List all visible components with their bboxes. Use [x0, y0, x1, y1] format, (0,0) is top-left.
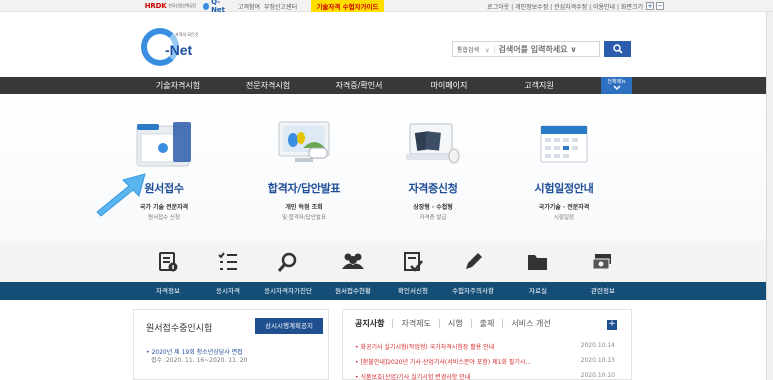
tab-notice[interactable]: 공지사항: [355, 319, 394, 328]
notice-item[interactable]: • 식품보호(산업)기사 실기시험 변경사항 안내 2020.10.10: [355, 372, 615, 380]
hrdk-sub: 한국산업인력공단: [168, 3, 197, 8]
notice-date: 2020.10.14: [580, 342, 615, 349]
laptop-illustration-icon: [402, 118, 464, 170]
magnifier-icon[interactable]: [253, 247, 323, 277]
sub-item-self-check[interactable]: 응시자격자가진단: [253, 282, 323, 300]
tab-implementation[interactable]: 시행: [440, 319, 472, 328]
exam-item-period: 접수 :2020. 11. 16~2020. 11. 20: [151, 357, 248, 364]
hero-sub-detail: 자격증 발급: [419, 215, 447, 221]
folder-illustration-icon: [133, 118, 195, 170]
notice-item[interactable]: • [환불안내]2020년 기사·산업기사(서비스분야 포함) 제1회 필기시.…: [355, 357, 615, 368]
hero-sub-detail: 및 합격자/답안발표: [281, 215, 327, 221]
chevron-down-icon: [612, 85, 621, 91]
nav-mypage[interactable]: 마이페이지: [404, 77, 494, 94]
notice-date: 2020.10.10: [580, 372, 615, 379]
search-button[interactable]: [604, 41, 631, 57]
monitor-illustration-icon: [273, 118, 335, 170]
qnet-logo[interactable]: 자격의 모든것 -Net: [141, 28, 211, 68]
top-link-report[interactable]: 부정신고센터: [264, 0, 297, 12]
top-utility-bar: HRDK 한국산업인력공단 Q-Net 고객참여 부정신고센터 기술자격 수험자가…: [0, 0, 773, 14]
notice-date: 2020.10.13: [580, 357, 615, 364]
hero-sub: 상장형 · 수첩형: [413, 204, 453, 211]
nav-support[interactable]: 고객지원: [494, 77, 584, 94]
hero-title: 자격증신청: [408, 182, 458, 195]
hero-schedule[interactable]: 시험일정안내 국가기술 · 전문자격 시험일정: [509, 118, 619, 221]
font-minus-button[interactable]: −: [656, 2, 664, 10]
chevron-down-icon: ∨: [485, 46, 490, 54]
hero-results[interactable]: 합격자/답안발표 개인 득점 조회 및 합격자/답안발표: [249, 118, 359, 221]
search-scope-select[interactable]: 통합검색 ∨: [453, 44, 495, 54]
page-scrollbar[interactable]: [766, 12, 773, 380]
regular-exam-plan-button[interactable]: 상시시행계획공지: [255, 318, 323, 334]
notice-title: • 화공기사 실기시험(작업형) 국가자격시험장 활용 안내: [355, 344, 495, 351]
search-input[interactable]: [494, 44, 599, 54]
sub-item-archive[interactable]: 자료실: [503, 282, 573, 300]
hero-sub: 개인 득점 조회: [285, 204, 323, 211]
pencil-icon[interactable]: [438, 247, 508, 277]
notice-title: • 식품보호(산업)기사 실기시험 변경사항 안내: [355, 374, 471, 380]
search-box: 통합검색 ∨: [452, 41, 600, 57]
hero-sub: 국가기술 · 전문자격: [538, 204, 590, 211]
tab-service-improvement[interactable]: 서비스 개선: [503, 319, 558, 328]
hero-title: 시험일정안내: [534, 182, 594, 195]
calendar-illustration-icon: [533, 118, 595, 170]
sub-item-notes[interactable]: 수험자주의사항: [438, 282, 508, 300]
sub-menu-bar: 자격정보 응시자격 응시자격자가진단 원서접수현황 확인서신청 수험자주의사항 …: [0, 282, 773, 300]
nav-professional-exam[interactable]: 전문자격시험: [223, 77, 313, 94]
hero-title: 합격자/답안발표: [267, 182, 341, 195]
more-notices-button[interactable]: +: [607, 320, 617, 330]
hero-certificate[interactable]: 자격증신청 상장형 · 수첩형 자격증 발급: [378, 118, 488, 221]
examinee-guide-link[interactable]: 기술자격 수험자가이드: [311, 0, 384, 12]
pointer-arrow-icon: [96, 173, 146, 217]
top-link-customer[interactable]: 고객참여: [238, 0, 260, 12]
nav-certificate[interactable]: 자격증/확인서: [314, 77, 404, 94]
all-menu-label: 전체메뉴: [607, 79, 626, 85]
qnet-small-icon: [203, 2, 210, 10]
main-nav: 기술자격시험 전문자격시험 자격증/확인서 마이페이지 고객지원: [0, 77, 773, 94]
logo-tagline: 자격의 모든것: [175, 32, 199, 37]
tab-system[interactable]: 자격제도: [393, 319, 440, 328]
hero-sub-detail: 시험일정: [553, 215, 575, 221]
notice-item[interactable]: • 화공기사 실기시험(작업형) 국가자격시험장 활용 안내 2020.10.14: [355, 342, 615, 353]
open-exams-panel: 원서접수중인시험 상시시행계획공지 • 2020년 제 19회 청소년상담사 면…: [133, 309, 329, 380]
folder-icon[interactable]: [503, 247, 573, 277]
qnet-small-logo[interactable]: Q-Net: [203, 0, 231, 14]
top-right-links[interactable]: 로그아웃 | 개인정보수정 | 관심자격수정 | 이용안내 | 화면크기: [487, 0, 643, 12]
tickets-icon[interactable]: [568, 247, 638, 277]
tab-questions[interactable]: 출제: [472, 319, 504, 328]
notice-title: • [환불안내]2020년 기사·산업기사(서비스분야 포함) 제1회 필기시.…: [355, 359, 532, 366]
panel-title: 원서접수중인시험: [146, 324, 213, 334]
hrdk-logo[interactable]: HRDK 한국산업인력공단: [144, 0, 197, 12]
all-menu-button[interactable]: 전체메뉴: [601, 77, 632, 95]
nav-technical-exam[interactable]: 기술자격시험: [133, 77, 223, 94]
logo-name: -Net: [165, 42, 193, 58]
sub-item-related[interactable]: 관련정보: [568, 282, 638, 300]
icon-menu: [0, 241, 773, 282]
font-plus-button[interactable]: +: [646, 2, 654, 10]
notice-panel: 공지사항 자격제도 시행 출제 서비스 개선 + • 화공기사 실기시험(작업형…: [342, 309, 632, 380]
notice-tabs: 공지사항 자격제도 시행 출제 서비스 개선: [355, 319, 559, 328]
search-icon: [612, 44, 623, 54]
